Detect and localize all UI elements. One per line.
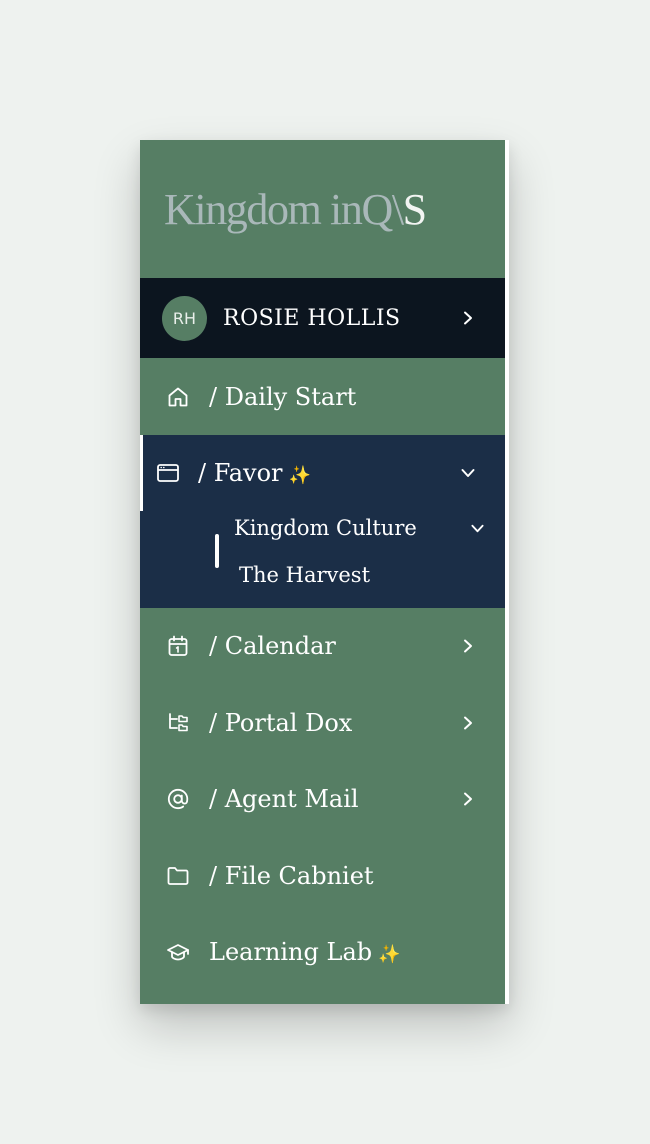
user-name: ROSIE HOLLIS [223,305,401,331]
chevron-right-icon [464,311,472,325]
logo-main: Kingdom inQ\ [164,184,404,234]
nav-item-agent-mail[interactable]: / Agent Mail [140,761,505,837]
nav-label-portal-dox: / Portal Dox [209,708,353,737]
graduation-cap-icon [167,944,189,961]
user-profile-button[interactable]: RH ROSIE HOLLIS [140,278,505,358]
nav-item-daily-start[interactable]: / Daily Start [140,358,505,435]
nav-item-favor[interactable]: / Favor ✨ [140,435,505,511]
nav-label-favor: / Favor ✨ [198,459,461,487]
learning-lab-text: Learning Lab [209,938,373,966]
nav-label-calendar: / Calendar [209,632,336,660]
nav-label-agent-mail: / Agent Mail [209,785,359,813]
calendar-icon [168,635,188,656]
chevron-down-icon [471,524,484,532]
chevron-right-icon [464,639,472,653]
favor-text: / Favor [198,459,283,487]
logo-accent: S [402,184,427,234]
browser-window-icon [157,464,179,482]
chevron-right-icon [464,716,472,729]
nav-item-portal-dox[interactable]: / Portal Dox [140,684,505,761]
home-icon [168,387,188,406]
nav-item-calendar[interactable]: / Calendar [140,608,505,684]
sidebar: Kingdom inQ\S RH ROSIE HOLLIS / Daily St… [140,140,509,1004]
submenu-label-the-harvest: The Harvest [239,563,371,587]
brand-logo[interactable]: Kingdom inQ\S [140,140,505,278]
folder-tree-icon [169,712,188,731]
sparkle-icon: ✨ [288,465,311,486]
chevron-right-icon [464,792,472,806]
sparkle-icon: ✨ [378,944,401,965]
submenu-item-the-harvest[interactable]: The Harvest [239,557,370,593]
avatar: RH [162,295,207,341]
nav-item-learning-lab[interactable]: Learning Lab ✨ [140,914,505,990]
folder-icon [167,866,189,885]
submenu-item-kingdom-culture[interactable]: Kingdom Culture [234,510,484,546]
chevron-down-icon [461,469,475,477]
at-sign-icon [167,788,189,810]
nav-label-daily-start: / Daily Start [209,382,357,411]
submenu-active-indicator [215,534,219,568]
nav-group-favor: / Favor ✨ Kingdom Culture The Harvest [140,435,505,608]
logo-text: Kingdom inQ\S [164,184,427,235]
nav-item-file-cabinet[interactable]: / File Cabniet [140,837,505,914]
submenu-label-kingdom-culture: Kingdom Culture [234,516,417,540]
nav-label-learning-lab: Learning Lab ✨ [209,938,505,966]
nav-label-file-cabinet: / File Cabniet [209,861,374,890]
